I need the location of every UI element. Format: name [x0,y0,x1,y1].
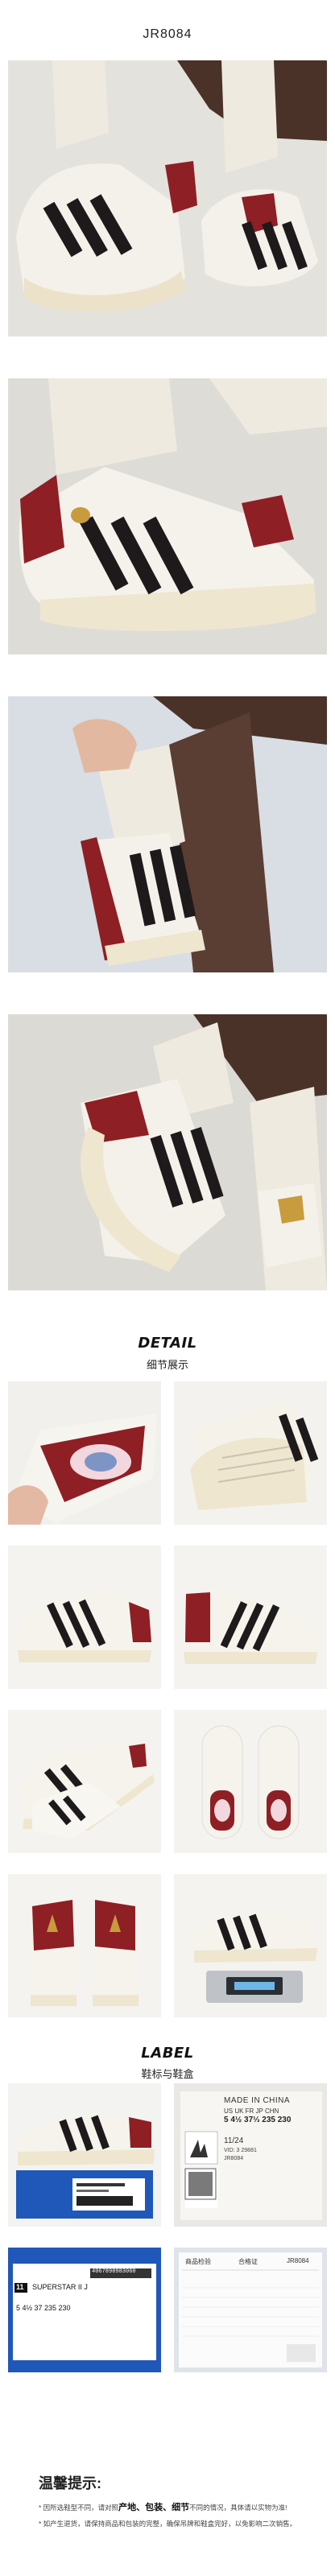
box-label-tile: 11 SUPERSTAR II J 5 4½ 37 235 230 406789… [8,2248,161,2372]
reminder-title: 温馨提示: [39,2475,101,2491]
detail-tile-insole [8,1381,161,1525]
reminder-line-1-suffix: 不同的情况，具体请以实物为准! [189,2504,287,2512]
product-detail-page: JR8084 DETAIL 细节展示 LABEL 鞋标与鞋盒 MADE IN C… [0,0,335,2576]
shoe-lifted-image [8,696,327,972]
box-barcode-text: 4067898983060 [92,2268,136,2275]
label-date: 11/24 [224,2136,244,2145]
box-sizes: 5 4½ 37 235 230 [16,2304,71,2312]
medial-side-image [174,1546,327,1689]
detail-tile-weight [174,1874,327,2017]
shoe-on-foot-image [8,60,327,336]
detail-tile-pair-angle [8,1710,161,1853]
lateral-side-image [8,1546,161,1689]
shoe-on-box-tile [8,2083,161,2227]
detail-tile-lateral [8,1546,161,1689]
reminder-line-1: * 因所选鞋型不同，请对照产地、包装、细节不同的情况，具体请以实物为准! [39,2502,287,2514]
shoe-on-box-image [8,2083,161,2227]
certificate-tile: 商品检验 合格证 JR8084 [174,2248,327,2372]
box-size-tag: 11 [16,2283,24,2291]
certificate-image [174,2248,327,2372]
detail-tile-medial [174,1546,327,1689]
certificate-sku: JR8084 [287,2257,309,2264]
insole-image [8,1381,161,1525]
reminder-line-1-bold: 产地、包装、细节 [118,2503,190,2512]
certificate-status: 合格证 [238,2258,258,2265]
label-size-values: 5 4½ 37⅓ 235 230 [224,2116,292,2124]
hero-photo-3 [8,696,327,972]
reminder-line-2: * 如产生退货，请保持商品和包装的完整，确保吊牌和鞋盒完好，以免影响二次销售。 [39,2520,297,2528]
detail-section-subtitle: 细节展示 [146,1359,188,1371]
shoe-sole-image [8,1014,327,1290]
detail-section-title: DETAIL [138,1335,197,1352]
heel-image [8,1874,161,2017]
box-model: SUPERSTAR II J [32,2283,88,2291]
shoe-side-image [8,378,327,654]
hero-photo-1 [8,60,327,336]
label-section-title: LABEL [141,2045,194,2062]
product-sku: JR8084 [143,27,192,41]
hero-photo-2 [8,378,327,654]
shell-toe-image [174,1381,327,1525]
label-section-subtitle: 鞋标与鞋盒 [141,2068,194,2080]
detail-tile-shell-toe [174,1381,327,1525]
top-view-image [174,1710,327,1853]
shoe-tongue-label-tile: MADE IN CHINA US UK FR JP CHN 5 4½ 37⅓ 2… [174,2083,327,2227]
detail-tile-top-view [174,1710,327,1853]
hero-photo-4 [8,1014,327,1290]
detail-tile-heel [8,1874,161,2017]
reminder-line-1-prefix: * 因所选鞋型不同，请对照 [39,2504,119,2512]
certificate-brand: 商品检验 [185,2258,211,2265]
label-code1: VID: 3 29881 [224,2148,257,2153]
label-code2: JR8084 [224,2156,244,2161]
label-made-in: MADE IN CHINA [224,2096,291,2105]
weight-scale-image [174,1874,327,2017]
label-size-header: US UK FR JP CHN [224,2107,279,2115]
pair-angle-image [8,1710,161,1853]
